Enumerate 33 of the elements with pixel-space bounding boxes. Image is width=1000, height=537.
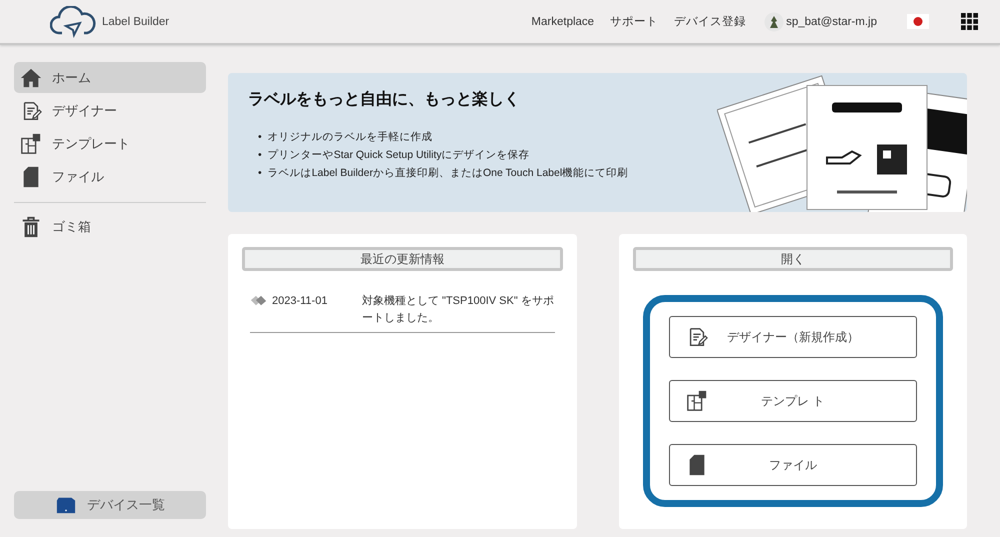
nav-link[interactable]: Marketplace: [531, 16, 594, 28]
update-date: 2023-11-01: [272, 294, 328, 309]
trash-item[interactable]: ゴミ箱: [14, 211, 206, 242]
bullet-item: ラベルはLabel Builderから直接印刷、またはOne Touch Label機能にて印刷: [268, 166, 628, 181]
flag-icon[interactable]: [907, 14, 929, 29]
bullet-marker: •: [258, 166, 262, 181]
avatar-icon: [764, 12, 784, 32]
section-header: 最近の更新情報: [242, 247, 562, 271]
open-button[interactable]: デザイナー（新規作成）: [668, 316, 917, 358]
home-icon: [20, 66, 42, 88]
printer-icon: [55, 495, 77, 515]
trash-icon: [20, 216, 42, 238]
device-list-button[interactable]: デバイス一覧: [14, 491, 206, 519]
open-button[interactable]: ファイル: [668, 444, 917, 486]
update-text: 対象機種として "TSP100IV SK" をサポートしました。: [362, 294, 554, 326]
puzzle-icon: [686, 390, 708, 412]
user-account-link[interactable]: sp_bat@star-m.jp: [786, 16, 877, 28]
app-grid-icon[interactable]: [961, 13, 978, 30]
puzzle-icon: [20, 132, 42, 154]
bullet-item: プリンターやStar Quick Setup Utilityにデザインを保存: [268, 148, 530, 163]
app-name: Label Builder: [102, 16, 170, 28]
bullet-item: オリジナルのラベルを手軽に作成: [268, 130, 433, 145]
sidebar-item[interactable]: デザイナー: [14, 95, 206, 126]
sidebar-item[interactable]: ホーム: [14, 62, 206, 93]
sidebar-item[interactable]: ファイル: [14, 161, 206, 192]
nav-link[interactable]: サポート: [610, 14, 658, 29]
sidebar-item[interactable]: テンプレート: [14, 128, 206, 159]
bullet-marker: •: [258, 148, 262, 163]
nav-link[interactable]: デバイス登録: [674, 14, 746, 29]
banner-title: ラベルをもっと自由に、もっと楽しく: [248, 90, 521, 110]
open-button[interactable]: テンプレ ト: [668, 380, 917, 422]
bullet-marker: •: [258, 130, 262, 145]
section-header: 開く: [632, 247, 953, 271]
